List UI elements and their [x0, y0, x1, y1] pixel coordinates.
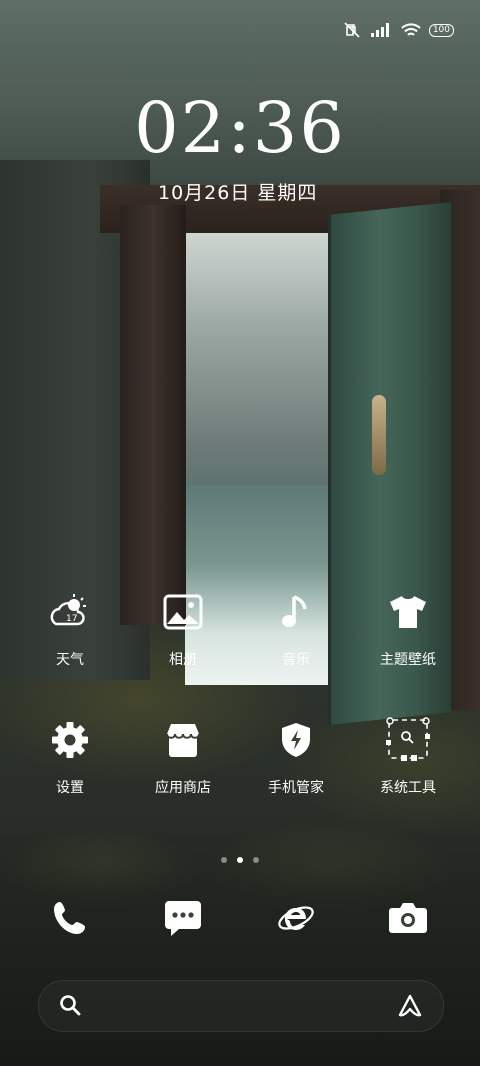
app-label: 手机管家	[268, 780, 324, 796]
security-shield-icon	[276, 720, 316, 760]
search-icon[interactable]	[59, 994, 81, 1020]
app-settings[interactable]: 设置	[20, 720, 120, 830]
browser-icon	[276, 898, 316, 938]
wifi-icon	[401, 22, 421, 38]
app-security[interactable]: 手机管家	[246, 720, 346, 830]
clock-date[interactable]: 10月26日 星期四	[158, 178, 317, 205]
dock-browser[interactable]	[246, 898, 346, 958]
camera-icon	[388, 898, 428, 938]
app-label: 音乐	[282, 652, 310, 668]
clock-time[interactable]: 02:36	[0, 83, 480, 173]
music-icon	[276, 592, 316, 632]
page-dot-active	[237, 857, 243, 863]
signal-icon	[370, 22, 393, 38]
dock-camera[interactable]	[358, 898, 458, 958]
mute-icon	[343, 22, 363, 38]
page-dot	[253, 857, 259, 863]
app-weather[interactable]: 17 天气	[20, 592, 120, 702]
app-label: 主题壁纸	[380, 652, 436, 668]
app-label: 天气	[56, 652, 84, 668]
app-gallery[interactable]: 相册	[133, 592, 233, 702]
battery-indicator: 100	[428, 23, 454, 37]
dock-messages[interactable]	[133, 898, 233, 958]
app-music[interactable]: 音乐	[246, 592, 346, 702]
app-store[interactable]: 应用商店	[133, 720, 233, 830]
global-search-bar[interactable]	[38, 980, 444, 1032]
weather-temperature: 17	[66, 614, 77, 624]
app-label: 相册	[169, 652, 197, 668]
app-store-icon	[163, 720, 203, 760]
page-dot	[221, 857, 227, 863]
app-label: 应用商店	[155, 780, 211, 796]
themes-icon	[388, 592, 428, 632]
weather-icon: 17	[50, 592, 90, 632]
folder-system-tools[interactable]: 系统工具	[358, 715, 458, 825]
messages-icon	[163, 898, 203, 938]
app-label: 设置	[56, 780, 84, 796]
phone-icon	[50, 898, 90, 938]
status-bar: 100	[343, 22, 454, 38]
dock-phone[interactable]	[20, 898, 120, 958]
app-label: 系统工具	[380, 780, 436, 796]
page-indicator[interactable]	[0, 857, 480, 863]
app-themes[interactable]: 主题壁纸	[358, 592, 458, 702]
settings-gear-icon	[50, 720, 90, 760]
gallery-icon	[163, 592, 203, 632]
system-tools-folder-icon	[384, 715, 432, 763]
ai-assistant-icon[interactable]	[397, 994, 423, 1022]
